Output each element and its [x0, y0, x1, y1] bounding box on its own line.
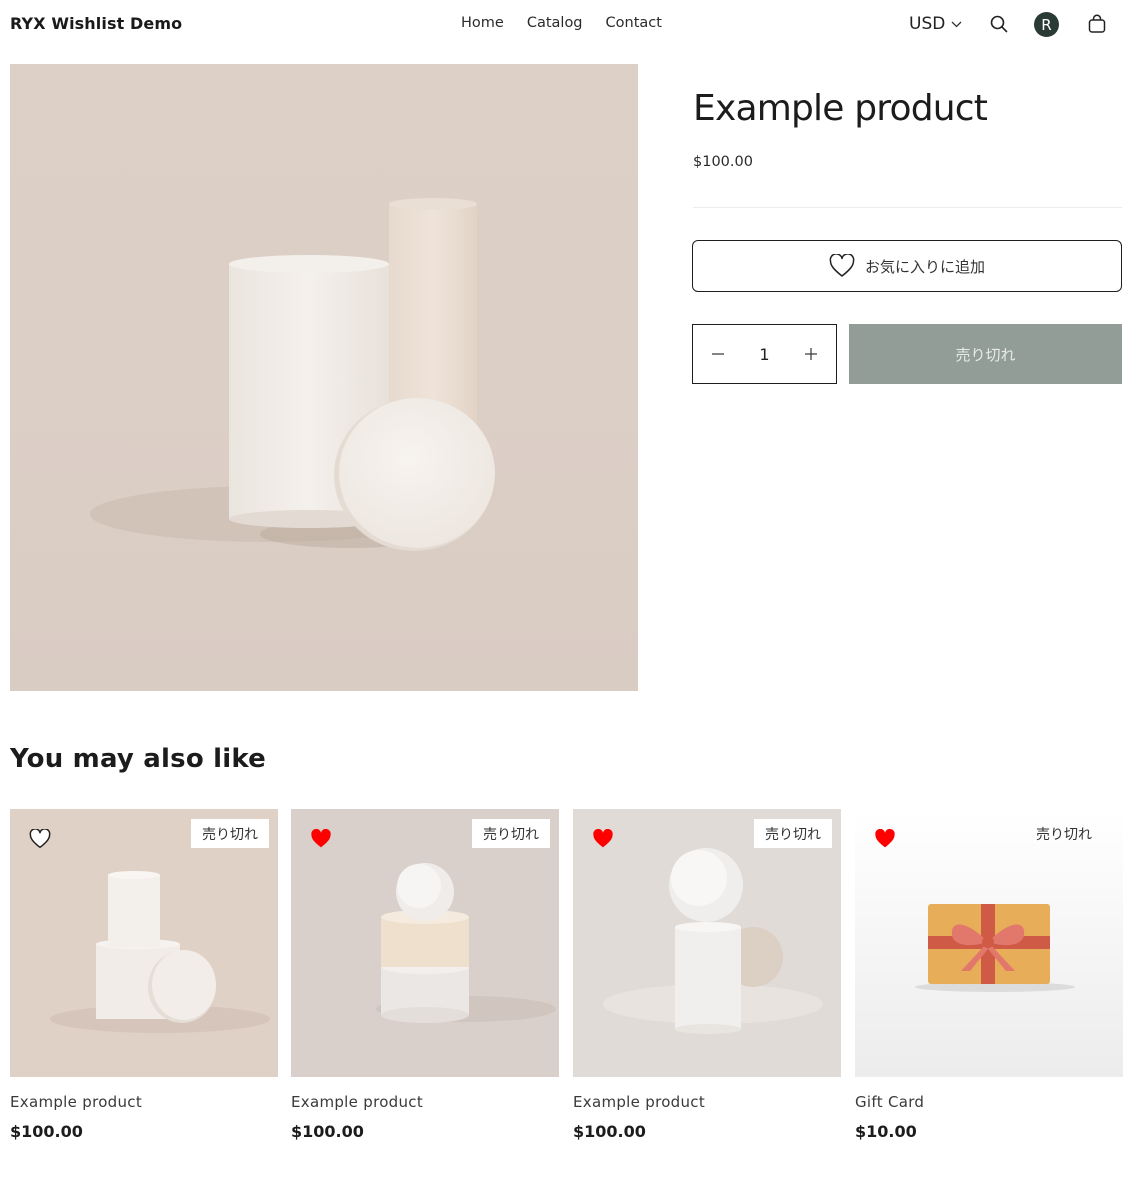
site-logo[interactable]: RYX Wishlist Demo — [10, 14, 182, 33]
minus-icon — [712, 353, 724, 355]
quantity-decrease-button[interactable] — [707, 343, 729, 365]
heart-filled-icon — [875, 828, 895, 848]
related-product-card[interactable]: 売り切れ Example product $100.00 — [10, 809, 278, 1141]
sold-out-badge: 売り切れ — [1036, 826, 1092, 843]
product-main-image[interactable] — [10, 64, 638, 691]
currency-selector[interactable]: USD — [909, 14, 962, 34]
sold-out-badge: 売り切れ — [754, 819, 832, 848]
product-card-price: $100.00 — [291, 1122, 364, 1141]
quantity-stepper: 1 — [692, 324, 837, 384]
product-price: $100.00 — [693, 154, 753, 170]
search-button[interactable] — [987, 12, 1011, 36]
heart-filled-icon — [593, 828, 613, 848]
product-card-image[interactable]: 売り切れ — [291, 809, 559, 1077]
add-to-wishlist-button[interactable]: お気に入りに追加 — [692, 240, 1122, 292]
nav-home[interactable]: Home — [461, 15, 504, 31]
account-avatar[interactable]: R — [1034, 12, 1059, 37]
wishlist-label: お気に入りに追加 — [864, 257, 985, 276]
nav-catalog[interactable]: Catalog — [527, 15, 583, 31]
card-image-illustration — [573, 809, 841, 1077]
product-title: Example product — [693, 88, 988, 129]
info-divider — [693, 207, 1122, 208]
wishlist-heart-toggle[interactable] — [310, 828, 332, 849]
product-card-title[interactable]: Example product — [573, 1093, 841, 1111]
shopping-bag-icon — [1088, 14, 1106, 33]
product-card-title[interactable]: Example product — [291, 1093, 559, 1111]
plus-icon — [805, 348, 817, 360]
sold-out-badge: 売り切れ — [191, 819, 269, 848]
product-image-illustration — [10, 64, 638, 691]
product-card-title[interactable]: Example product — [10, 1093, 278, 1111]
related-product-card[interactable]: 売り切れ Example product $100.00 — [291, 809, 559, 1141]
product-card-price: $10.00 — [855, 1122, 917, 1141]
wishlist-heart-toggle[interactable] — [874, 828, 896, 849]
quantity-input[interactable]: 1 — [745, 345, 785, 364]
chevron-down-icon — [951, 21, 962, 28]
currency-label: USD — [909, 14, 946, 34]
related-heading: You may also like — [10, 744, 266, 774]
product-card-image[interactable]: 売り切れ — [855, 809, 1123, 1077]
nav-contact[interactable]: Contact — [606, 15, 662, 31]
product-card-image[interactable]: 売り切れ — [10, 809, 278, 1077]
related-product-card[interactable]: 売り切れ Example product $100.00 — [573, 809, 841, 1141]
card-image-illustration — [10, 809, 278, 1077]
heart-outline-icon — [829, 254, 855, 277]
heart-filled-icon — [311, 828, 331, 848]
sold-out-badge: 売り切れ — [472, 819, 550, 848]
sold-out-button[interactable]: 売り切れ — [849, 324, 1122, 384]
related-product-card[interactable]: 売り切れ Gift Card $10.00 — [855, 809, 1123, 1141]
quantity-increase-button[interactable] — [800, 343, 822, 365]
wishlist-heart-toggle[interactable] — [29, 828, 51, 849]
heart-outline-icon — [29, 828, 51, 849]
site-header: RYX Wishlist Demo Home Catalog Contact U… — [0, 0, 1145, 48]
card-image-illustration — [855, 809, 1123, 1077]
avatar-initial: R — [1041, 15, 1052, 34]
search-icon — [990, 15, 1008, 33]
product-card-title[interactable]: Gift Card — [855, 1093, 1123, 1111]
product-card-image[interactable]: 売り切れ — [573, 809, 841, 1077]
product-card-price: $100.00 — [573, 1122, 646, 1141]
product-card-price: $100.00 — [10, 1122, 83, 1141]
card-image-illustration — [291, 809, 559, 1077]
cart-button[interactable] — [1085, 12, 1109, 36]
main-nav: Home Catalog Contact — [461, 15, 662, 31]
wishlist-heart-toggle[interactable] — [592, 828, 614, 849]
